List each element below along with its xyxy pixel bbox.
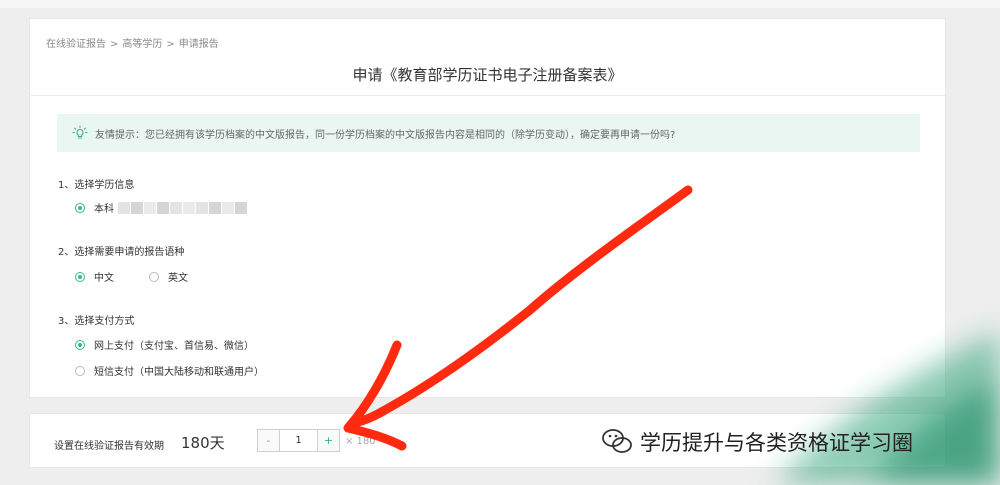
decrement-button[interactable]: - <box>257 429 280 452</box>
radio-option-online-payment[interactable]: 网上支付（支付宝、首信易、微信） <box>75 337 254 352</box>
radio-option-chinese[interactable]: 中文 <box>75 269 114 284</box>
section-title-payment: 3、选择支付方式 <box>58 316 135 327</box>
breadcrumb-separator: > <box>110 39 119 50</box>
radio-button-checked[interactable] <box>75 271 85 282</box>
breadcrumb-separator: > <box>166 39 175 50</box>
multiplier-text: × 180 <box>345 436 376 447</box>
watermark-text: 学历提升与各类资格证学习圈 <box>640 431 913 455</box>
radio-option-bachelor[interactable]: 本科 <box>75 200 248 215</box>
tip-text: 友情提示：您已经拥有该学历档案的中文版报告，同一份学历档案的中文版报告内容是相同… <box>95 129 676 141</box>
friendly-tip-banner: 友情提示：您已经拥有该学历档案的中文版报告，同一份学历档案的中文版报告内容是相同… <box>57 114 920 152</box>
radio-button-unchecked[interactable] <box>75 365 85 376</box>
section-title-language: 2、选择需要申请的报告语种 <box>58 247 185 258</box>
radio-option-english[interactable]: 英文 <box>149 269 188 284</box>
breadcrumb: 在线验证报告 > 高等学历 > 申请报告 <box>46 35 219 50</box>
option-label: 中文 <box>94 273 114 284</box>
redacted-school-info <box>118 201 248 214</box>
option-label: 短信支付（中国大陆移动和联通用户） <box>94 367 264 378</box>
radio-option-sms-payment[interactable]: 短信支付（中国大陆移动和联通用户） <box>75 363 264 378</box>
option-label: 英文 <box>168 273 188 284</box>
wechat-icon <box>600 425 634 459</box>
quantity-stepper[interactable]: - 1 + <box>257 429 340 452</box>
section-title-education: 1、选择学历信息 <box>58 180 135 191</box>
validity-value: 180天 <box>181 434 225 452</box>
breadcrumb-item-higher-education[interactable]: 高等学历 <box>122 39 162 50</box>
increment-button[interactable]: + <box>317 429 340 452</box>
radio-button-checked[interactable] <box>75 339 85 350</box>
radio-button-unchecked[interactable] <box>149 271 159 282</box>
page-title: 申请《教育部学历证书电子注册备案表》 <box>352 66 623 84</box>
breadcrumb-item-apply-report: 申请报告 <box>178 39 219 50</box>
radio-button-checked[interactable] <box>75 202 85 213</box>
option-label: 本科 <box>94 204 114 215</box>
application-form-card: 在线验证报告 > 高等学历 > 申请报告 申请《教育部学历证书电子注册备案表》 友情提示… <box>29 18 946 398</box>
option-label: 网上支付（支付宝、首信易、微信） <box>94 341 254 352</box>
title-divider <box>30 95 945 96</box>
top-strip <box>0 0 1000 8</box>
wechat-watermark: 学历提升与各类资格证学习圈 <box>600 425 913 459</box>
lightbulb-icon <box>72 125 88 141</box>
quantity-input[interactable]: 1 <box>280 429 317 452</box>
validity-label: 设置在线验证报告有效期 <box>54 441 164 452</box>
breadcrumb-item-online-verify[interactable]: 在线验证报告 <box>46 39 106 50</box>
